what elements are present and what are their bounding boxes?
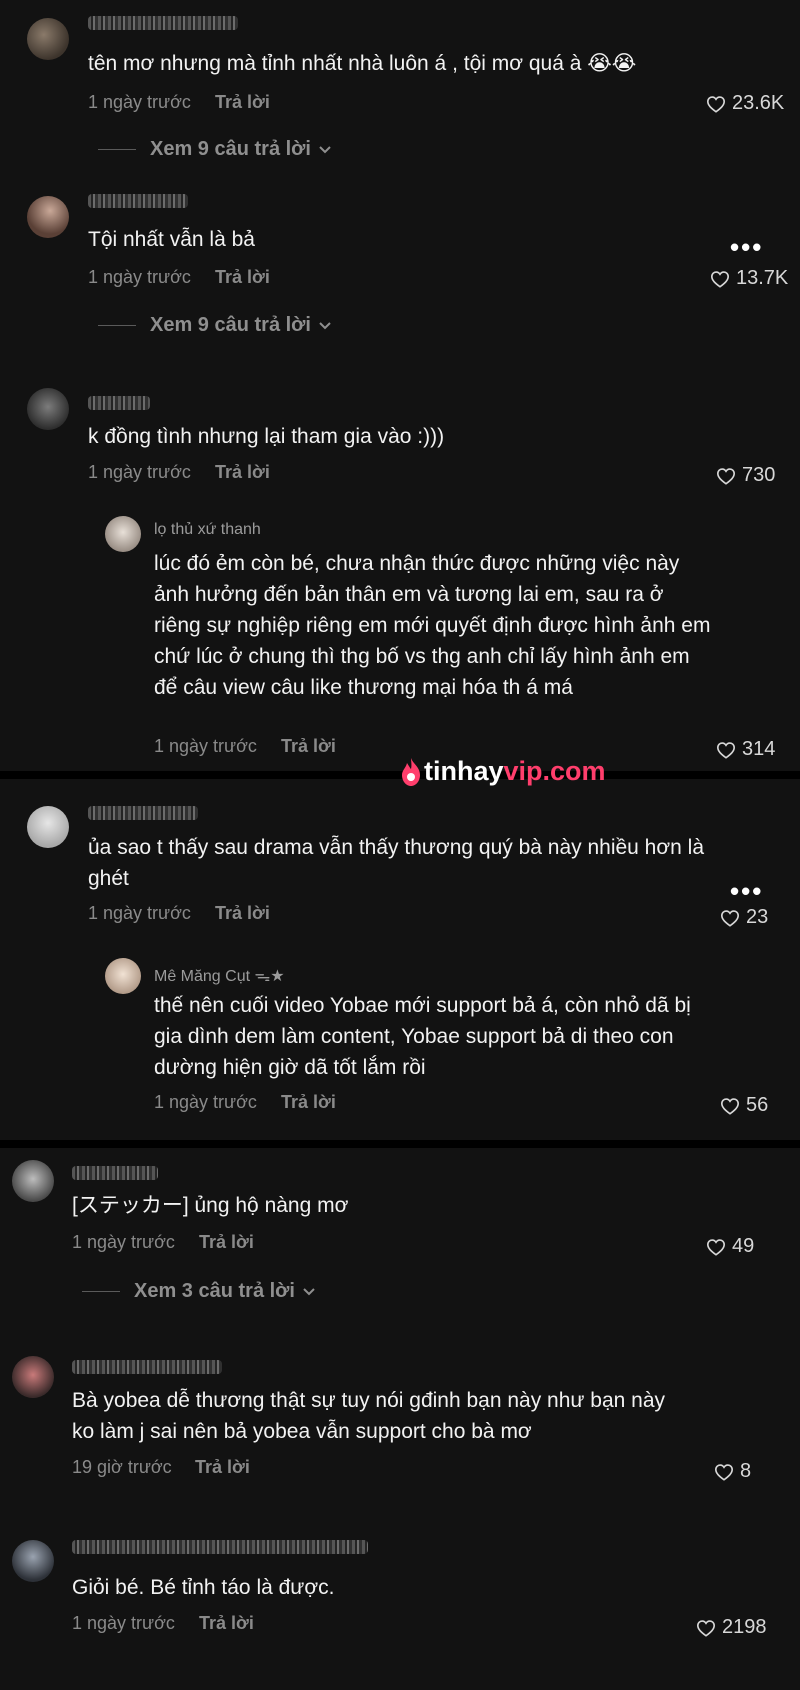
divider — [82, 1291, 120, 1292]
reply-button[interactable]: Trả lời — [199, 1613, 254, 1634]
username[interactable] — [72, 1540, 368, 1554]
comment-time: 19 giờ trước — [72, 1457, 172, 1477]
reply-text: thế nên cuối video Yobae mới support bả … — [154, 994, 691, 1079]
like-count: 23.6K — [732, 92, 785, 114]
more-options-button[interactable]: ••• — [730, 876, 763, 907]
reply-button[interactable]: Trả lời — [281, 1092, 336, 1113]
reply-text: lúc đó ẻm còn bé, chưa nhận thức được nh… — [154, 552, 711, 699]
like-count: 730 — [742, 464, 776, 486]
heart-icon — [720, 909, 740, 927]
like-button[interactable]: 13.7K — [710, 267, 788, 290]
comment-text: k đồng tình nhưng lại tham gia vào :))) — [88, 425, 445, 448]
avatar[interactable] — [105, 958, 141, 994]
like-button[interactable]: 730 — [716, 464, 775, 487]
comment-text: Giỏi bé. Bé tỉnh táo là được. — [72, 1576, 335, 1599]
view-replies-label: Xem 9 câu trả lời — [150, 138, 311, 160]
like-count: 13.7K — [736, 267, 789, 289]
comment-time: 1 ngày trước — [88, 267, 191, 287]
comment-text: ủa sao t thấy sau drama vẫn thấy thương … — [88, 836, 704, 890]
reply-username[interactable]: lọ thủ xứ thanh — [154, 521, 261, 539]
heart-icon — [706, 95, 726, 113]
like-count: 49 — [732, 1235, 755, 1257]
avatar[interactable] — [12, 1540, 54, 1582]
avatar[interactable] — [12, 1356, 54, 1398]
divider — [98, 325, 136, 326]
username[interactable] — [88, 16, 238, 30]
like-button[interactable]: 23 — [720, 906, 768, 929]
view-replies-button[interactable]: Xem 9 câu trả lời — [98, 138, 331, 161]
like-button[interactable]: 56 — [720, 1094, 768, 1117]
reply-button[interactable]: Trả lời — [215, 92, 270, 113]
reply-button[interactable]: Trả lời — [215, 462, 270, 483]
reply-time: 1 ngày trước — [154, 1092, 257, 1112]
chevron-down-icon — [319, 146, 331, 154]
avatar[interactable] — [105, 516, 141, 552]
reply-button[interactable]: Trả lời — [215, 267, 270, 288]
username[interactable] — [72, 1360, 222, 1374]
watermark-logo: tinhay vip.com — [398, 756, 606, 787]
avatar[interactable] — [27, 806, 69, 848]
reply-button[interactable]: Trả lời — [199, 1232, 254, 1253]
comment-time: 1 ngày trước — [72, 1232, 175, 1252]
more-options-button[interactable]: ••• — [730, 232, 763, 263]
like-count: 8 — [740, 1460, 752, 1482]
comment-time: 1 ngày trước — [72, 1613, 175, 1633]
view-replies-button[interactable]: Xem 3 câu trả lời — [82, 1280, 315, 1303]
like-count: 2198 — [722, 1616, 767, 1638]
heart-icon — [710, 270, 730, 288]
divider — [98, 149, 136, 150]
like-count: 314 — [742, 738, 776, 760]
reply-button[interactable]: Trả lời — [215, 903, 270, 924]
watermark-text-2: vip.com — [503, 756, 606, 786]
heart-icon — [696, 1619, 716, 1637]
reply-button[interactable]: Trả lời — [195, 1457, 250, 1478]
username[interactable] — [88, 194, 188, 208]
like-button[interactable]: 2198 — [696, 1616, 767, 1639]
view-replies-label: Xem 9 câu trả lời — [150, 314, 311, 336]
chevron-down-icon — [319, 322, 331, 330]
avatar[interactable] — [27, 196, 69, 238]
reply-button[interactable]: Trả lời — [281, 736, 336, 757]
reply-time: 1 ngày trước — [154, 736, 257, 756]
comment-time: 1 ngày trước — [88, 462, 191, 482]
reply-username[interactable]: Mê Măng Cụt ᯓ★ — [154, 964, 285, 986]
view-replies-button[interactable]: Xem 9 câu trả lời — [98, 314, 331, 337]
heart-icon — [716, 741, 736, 759]
like-button[interactable]: 49 — [706, 1235, 754, 1258]
avatar[interactable] — [27, 388, 69, 430]
screenshot-seam — [0, 1140, 800, 1148]
comment-text: tên mơ nhưng mà tỉnh nhất nhà luôn á , t… — [88, 52, 637, 75]
username[interactable] — [88, 396, 150, 410]
username[interactable] — [72, 1166, 158, 1180]
comment-text: [ステッカー] ủng hộ nàng mơ — [72, 1194, 349, 1217]
heart-icon — [714, 1463, 734, 1481]
like-count: 23 — [746, 906, 769, 928]
view-replies-label: Xem 3 câu trả lời — [134, 1280, 295, 1302]
avatar[interactable] — [12, 1160, 54, 1202]
like-button[interactable]: 8 — [714, 1460, 751, 1483]
heart-icon — [706, 1238, 726, 1256]
comment-time: 1 ngày trước — [88, 903, 191, 923]
flame-icon — [402, 757, 420, 786]
like-button[interactable]: 314 — [716, 738, 775, 761]
heart-icon — [720, 1097, 740, 1115]
watermark-text-1: tinhay — [424, 756, 504, 786]
like-count: 56 — [746, 1094, 769, 1116]
chevron-down-icon — [303, 1288, 315, 1296]
comment-text: Bà yobea dễ thương thật sự tuy nói gđinh… — [72, 1389, 666, 1443]
avatar[interactable] — [27, 18, 69, 60]
like-button[interactable]: 23.6K — [706, 92, 784, 115]
username[interactable] — [88, 806, 198, 820]
comment-time: 1 ngày trước — [88, 92, 191, 112]
comment-text: Tội nhất vẫn là bả — [88, 228, 255, 251]
heart-icon — [716, 467, 736, 485]
